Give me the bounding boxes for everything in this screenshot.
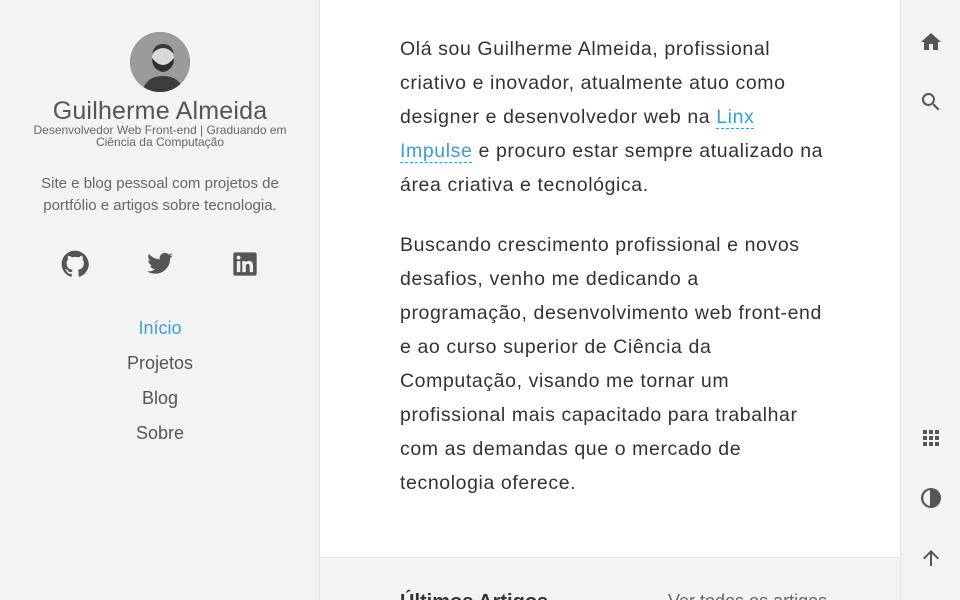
profile-description: Site e blog pessoal com projetos de port… [41, 175, 279, 214]
action-bar [900, 0, 960, 600]
nav-item-blog[interactable]: Blog [0, 386, 320, 421]
profile-name: Guilherme Almeida [52, 97, 268, 125]
twitter-icon [147, 252, 173, 274]
twitter-link[interactable] [146, 250, 174, 278]
home-icon [921, 33, 941, 50]
linkedin-icon [233, 252, 257, 276]
search-button[interactable] [919, 90, 943, 114]
github-icon [61, 250, 89, 277]
view-all-articles-link[interactable]: Ver todos os artigos [668, 591, 827, 600]
nav-item-inicio[interactable]: Início [0, 316, 320, 351]
avatar[interactable] [130, 32, 190, 92]
profile-role: Desenvolvedor Web Front-end | Graduando … [33, 123, 287, 149]
latest-articles-heading: Últimos Artigos [400, 591, 548, 600]
avatar-photo [130, 32, 190, 92]
contrast-button[interactable] [919, 486, 943, 510]
arrow-up-icon [923, 550, 939, 566]
career-paragraph: Buscando crescimento profissional e novo… [400, 234, 822, 494]
main-content: Olá sou Guilherme Almeida, profissional … [320, 0, 900, 600]
linkedin-link[interactable] [231, 250, 259, 278]
github-link[interactable] [61, 250, 89, 278]
search-icon [921, 93, 940, 111]
home-button[interactable] [919, 30, 943, 54]
intro-paragraph: Olá sou Guilherme Almeida, profissional … [400, 32, 830, 202]
grid-button[interactable] [919, 426, 943, 450]
latest-articles-section: Últimos Artigos Ver todos os artigos [320, 557, 900, 600]
main-nav: Início Projetos Blog Sobre [0, 316, 320, 456]
nav-item-sobre[interactable]: Sobre [0, 421, 320, 456]
contrast-icon [921, 488, 941, 508]
back-to-top-button[interactable] [919, 546, 943, 570]
about-text: Olá sou Guilherme Almeida, profissional … [400, 32, 830, 500]
sidebar: Guilherme Almeida Desenvolvedor Web Fron… [0, 0, 320, 600]
grid-icon [923, 430, 939, 446]
nav-item-projetos[interactable]: Projetos [0, 351, 320, 386]
